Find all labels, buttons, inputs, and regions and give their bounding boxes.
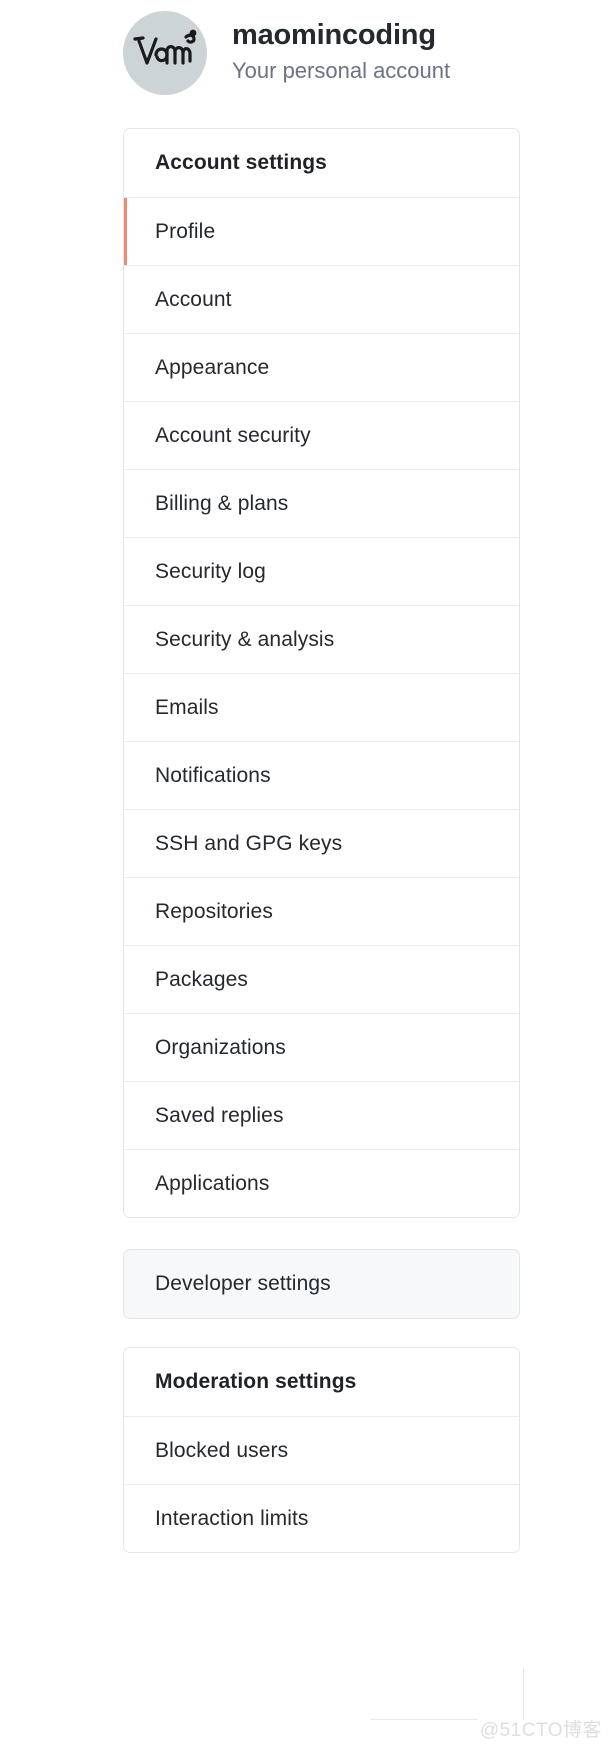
sidebar-item-blocked-users[interactable]: Blocked users (124, 1416, 519, 1484)
sidebar-item-appearance[interactable]: Appearance (124, 333, 519, 401)
account-subtitle: Your personal account (232, 58, 451, 83)
sidebar-item-organizations[interactable]: Organizations (124, 1013, 519, 1081)
sidebar-item-emails[interactable]: Emails (124, 673, 519, 741)
sidebar-item-profile[interactable]: Profile (124, 197, 519, 265)
watermark-rule-vertical (523, 1668, 524, 1720)
avatar[interactable] (123, 11, 207, 95)
sidebar-item-repositories[interactable]: Repositories (124, 877, 519, 945)
developer-settings-card[interactable]: Developer settings (123, 1249, 520, 1319)
sidebar-item-applications[interactable]: Applications (124, 1149, 519, 1217)
sidebar-item-ssh-and-gpg-keys[interactable]: SSH and GPG keys (124, 809, 519, 877)
watermark-rule-horizontal (370, 1719, 478, 1720)
moderation-settings-card: Moderation settings Blocked users Intera… (123, 1347, 520, 1553)
sidebar-item-account-security[interactable]: Account security (124, 401, 519, 469)
sidebar-item-notifications[interactable]: Notifications (124, 741, 519, 809)
sidebar-item-account[interactable]: Account (124, 265, 519, 333)
header-text-block: maomincoding Your personal account (232, 18, 450, 86)
sidebar-item-security-and-analysis[interactable]: Security & analysis (124, 605, 519, 673)
sidebar-item-developer-settings[interactable]: Developer settings (124, 1250, 519, 1318)
account-settings-heading: Account settings (124, 129, 519, 197)
account-settings-card: Account settings Profile Account Appeara… (123, 128, 520, 1218)
sidebar-item-security-log[interactable]: Security log (124, 537, 519, 605)
account-name: maomincoding (232, 19, 436, 51)
sidebar-item-interaction-limits[interactable]: Interaction limits (124, 1484, 519, 1552)
moderation-settings-heading: Moderation settings (124, 1348, 519, 1416)
sidebar-item-packages[interactable]: Packages (124, 945, 519, 1013)
watermark-text: @51CTO博客 (479, 1720, 602, 1741)
sidebar-item-billing-and-plans[interactable]: Billing & plans (124, 469, 519, 537)
sidebar-item-saved-replies[interactable]: Saved replies (124, 1081, 519, 1149)
profile-header: maomincoding Your personal account (123, 0, 523, 104)
settings-page: maomincoding Your personal account Accou… (0, 0, 612, 1752)
